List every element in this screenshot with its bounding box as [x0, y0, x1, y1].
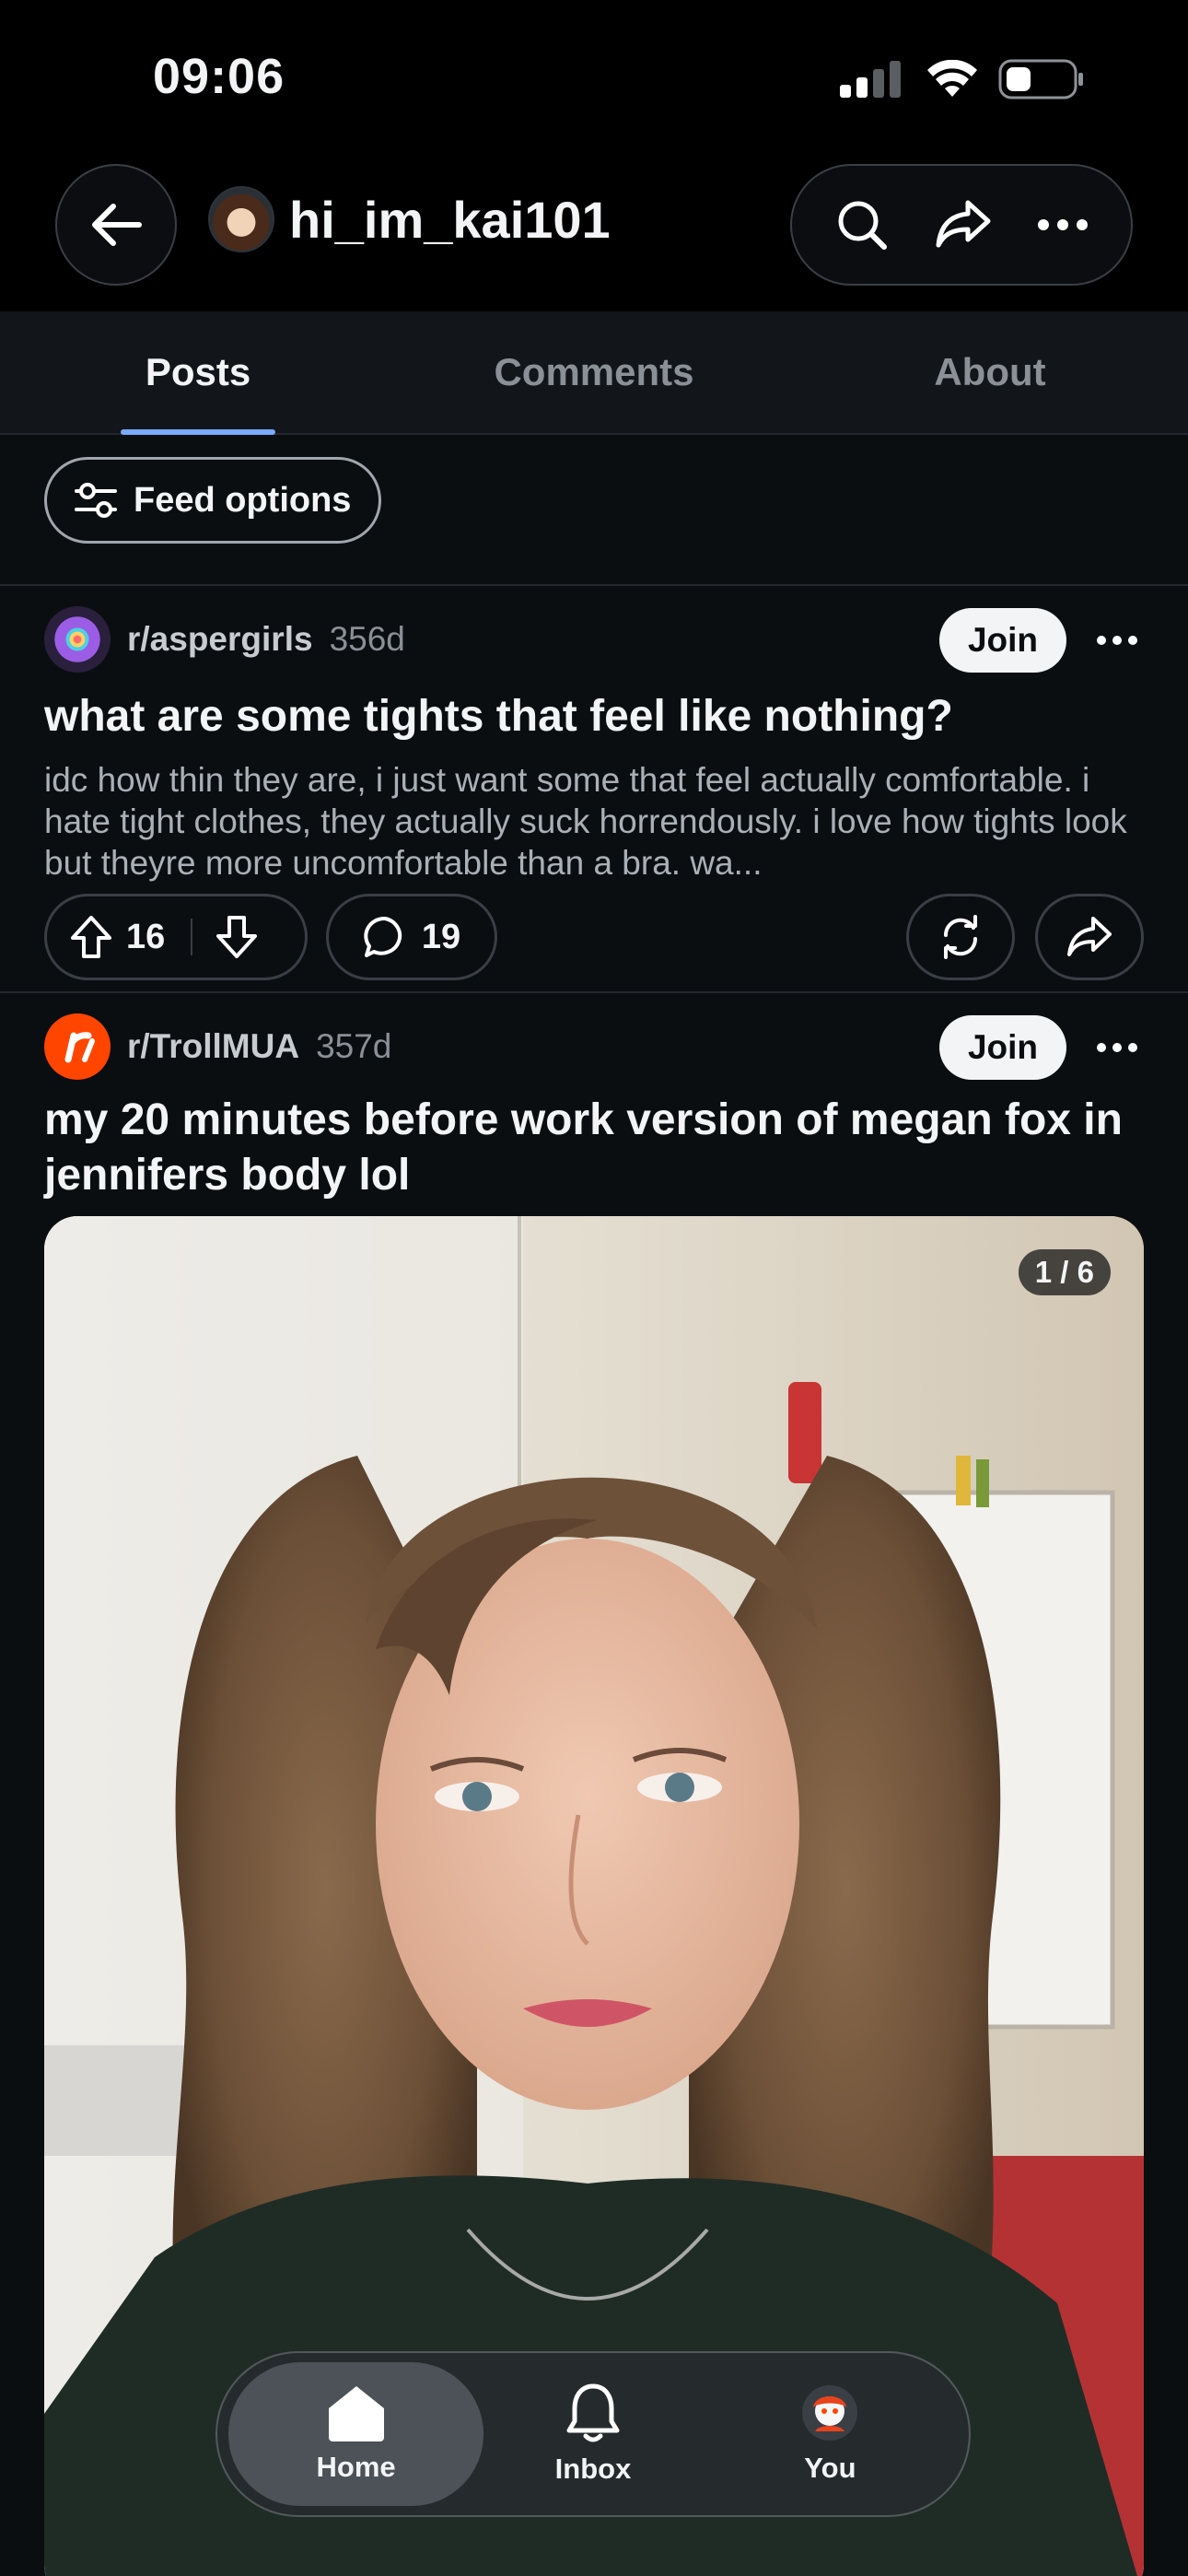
post-title[interactable]: my 20 minutes before work version of meg… — [44, 1093, 1144, 1203]
downvote-icon[interactable] — [215, 914, 259, 960]
r-logo-icon — [64, 1032, 95, 1063]
subreddit-name[interactable]: r/aspergirls — [127, 620, 313, 659]
join-button[interactable]: Join — [939, 608, 1066, 673]
more-options-icon — [1097, 636, 1137, 645]
post-more-button[interactable] — [1089, 1026, 1146, 1069]
post-meta: r/aspergirls 356d — [44, 606, 405, 673]
share-icon — [1067, 917, 1112, 956]
post-body[interactable]: idc how thin they are, i just want some … — [44, 759, 1144, 884]
image-counter: 1 / 6 — [1018, 1249, 1111, 1295]
username: hi_im_kai101 — [289, 190, 611, 249]
subreddit-name[interactable]: r/TrollMUA — [127, 1027, 299, 1066]
profile-identity[interactable]: hi_im_kai101 — [208, 186, 611, 252]
nav-inbox-label: Inbox — [554, 2453, 632, 2485]
profile-tabs: Posts Comments About — [0, 311, 1188, 435]
more-options-icon[interactable] — [1037, 218, 1089, 231]
bell-icon — [566, 2383, 620, 2442]
avatar-icon — [802, 2385, 858, 2441]
comment-count: 19 — [421, 917, 461, 956]
post-card[interactable]: r/aspergirls 356d Join what are some tig… — [0, 588, 1188, 993]
battery-icon — [998, 59, 1083, 100]
comment-bubble-icon — [364, 916, 402, 957]
repost-icon — [943, 915, 978, 959]
feed-options-bar: Feed options — [0, 435, 1188, 586]
nav-home-label: Home — [316, 2451, 396, 2483]
vote-count: 16 — [126, 917, 166, 956]
post-age: 356d — [329, 620, 405, 658]
subreddit-icon[interactable] — [44, 1013, 111, 1080]
nav-home[interactable]: Home — [228, 2362, 484, 2506]
nav-you[interactable]: You — [703, 2362, 958, 2506]
post-age: 357d — [316, 1027, 392, 1065]
vote-divider — [191, 919, 192, 955]
feed-options-label: Feed options — [134, 480, 352, 520]
post-card[interactable]: r/TrollMUA 357d Join my 20 minutes befor… — [0, 995, 1188, 2576]
post-more-button[interactable] — [1089, 619, 1146, 662]
crosspost-button[interactable] — [906, 894, 1015, 980]
join-button[interactable]: Join — [939, 1015, 1066, 1080]
nav-inbox[interactable]: Inbox — [483, 2362, 703, 2506]
cellular-signal-icon — [840, 61, 901, 98]
bottom-nav: Home Inbox You — [215, 2351, 971, 2517]
comments-button[interactable]: 19 — [326, 894, 497, 980]
vote-controls: 16 — [44, 894, 308, 980]
status-time: 09:06 — [153, 49, 285, 104]
tab-comments[interactable]: Comments — [396, 311, 792, 433]
avatar — [208, 186, 274, 252]
post-meta: r/TrollMUA 357d — [44, 1013, 391, 1080]
status-bar: 09:06 — [0, 0, 1188, 157]
tab-posts[interactable]: Posts — [0, 311, 396, 433]
subreddit-icon[interactable] — [44, 606, 111, 673]
share-button[interactable] — [1035, 894, 1144, 980]
more-options-icon — [1097, 1043, 1137, 1052]
tab-about[interactable]: About — [792, 311, 1188, 433]
upvote-icon[interactable] — [69, 914, 113, 960]
header-actions — [790, 164, 1133, 286]
status-icons — [840, 59, 1085, 100]
profile-header: hi_im_kai101 — [0, 157, 1188, 311]
feed-options-button[interactable]: Feed options — [44, 457, 382, 544]
search-icon[interactable] — [834, 197, 890, 252]
home-icon — [328, 2386, 384, 2441]
nav-you-label: You — [804, 2452, 856, 2484]
sliders-icon — [75, 483, 117, 518]
arrow-left-icon — [92, 204, 142, 246]
wifi-icon — [927, 60, 977, 97]
back-button[interactable] — [55, 164, 177, 286]
share-icon[interactable] — [935, 199, 992, 251]
post-title[interactable]: what are some tights that feel like noth… — [44, 689, 1144, 744]
